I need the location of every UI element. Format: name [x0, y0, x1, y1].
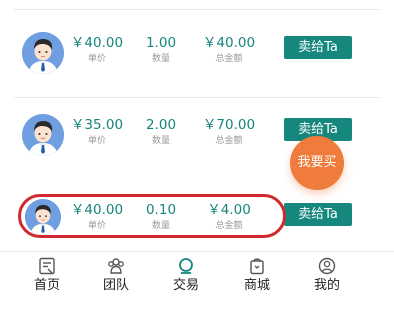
unit-price-value: ￥35.00: [70, 117, 124, 133]
total-amount: ￥4.00 总金额: [196, 201, 262, 232]
quantity-label: 数量: [151, 136, 170, 146]
tab-mine[interactable]: 我的: [297, 256, 357, 294]
unit-price-label: 单价: [87, 136, 106, 146]
avatar: [22, 32, 64, 74]
tab-home[interactable]: 首页: [17, 256, 77, 294]
trade-screen: ￥40.00 单价 1.00 数量 ￥40.00 总金额 卖给Ta ￥35.00…: [0, 0, 394, 313]
total-amount-label: 总金额: [215, 54, 243, 64]
quantity: 1.00 数量: [136, 34, 186, 65]
unit-price: ￥35.00 单价: [66, 116, 128, 147]
total-amount: ￥70.00 总金额: [196, 116, 262, 147]
total-amount-value: ￥70.00: [202, 117, 256, 133]
tab-mall[interactable]: 商城: [227, 256, 287, 294]
tab-label: 商城: [243, 278, 270, 293]
quantity-value: 1.00: [145, 35, 177, 51]
team-icon: [108, 258, 124, 274]
mall-icon: [250, 258, 264, 275]
quantity-label: 数量: [151, 221, 170, 231]
total-amount-label: 总金额: [215, 136, 243, 146]
total-amount-label: 总金额: [215, 221, 243, 231]
total-amount: ￥40.00 总金额: [196, 34, 262, 65]
unit-price: ￥40.00 单价: [66, 34, 128, 65]
tab-label: 首页: [33, 278, 60, 293]
unit-price-label: 单价: [87, 221, 106, 231]
avatar: [25, 199, 61, 235]
unit-price: ￥40.00 单价: [66, 201, 128, 232]
row-divider: [14, 9, 380, 10]
tab-label: 交易: [172, 278, 199, 293]
unit-price-label: 单价: [87, 54, 106, 64]
previous-row-edge: [14, 0, 380, 10]
tab-team[interactable]: 团队: [86, 256, 146, 294]
profile-icon: [318, 257, 336, 275]
sell-to-button[interactable]: 卖给Ta: [284, 36, 352, 59]
tab-trade[interactable]: 交易: [156, 256, 216, 294]
bottom-tab-bar: 首页 团队 交易 商城 我的: [0, 251, 394, 299]
quantity-label: 数量: [151, 54, 170, 64]
unit-price-value: ￥40.00: [70, 202, 124, 218]
tab-label: 团队: [102, 278, 129, 293]
total-amount-value: ￥40.00: [202, 35, 256, 51]
user-avatar-icon: [25, 199, 61, 235]
order-row: ￥40.00 单价 1.00 数量 ￥40.00 总金额 卖给Ta: [0, 26, 394, 98]
quantity-value: 0.10: [145, 202, 177, 218]
quantity-value: 2.00: [145, 117, 177, 133]
order-row: ￥40.00 单价 0.10 数量 ￥4.00 总金额 卖给Ta: [0, 193, 394, 253]
user-avatar-icon: [22, 114, 64, 156]
row-divider: [14, 97, 380, 98]
user-avatar-icon: [22, 32, 64, 74]
home-icon: [39, 257, 55, 275]
avatar: [22, 114, 64, 156]
total-amount-value: ￥4.00: [207, 202, 251, 218]
quantity: 0.10 数量: [136, 201, 186, 232]
tab-label: 我的: [313, 278, 340, 293]
buy-floating-button[interactable]: 我要买: [290, 136, 344, 190]
unit-price-value: ￥40.00: [70, 35, 124, 51]
sell-to-button[interactable]: 卖给Ta: [284, 203, 352, 226]
trade-icon: [179, 258, 193, 274]
quantity: 2.00 数量: [136, 116, 186, 147]
